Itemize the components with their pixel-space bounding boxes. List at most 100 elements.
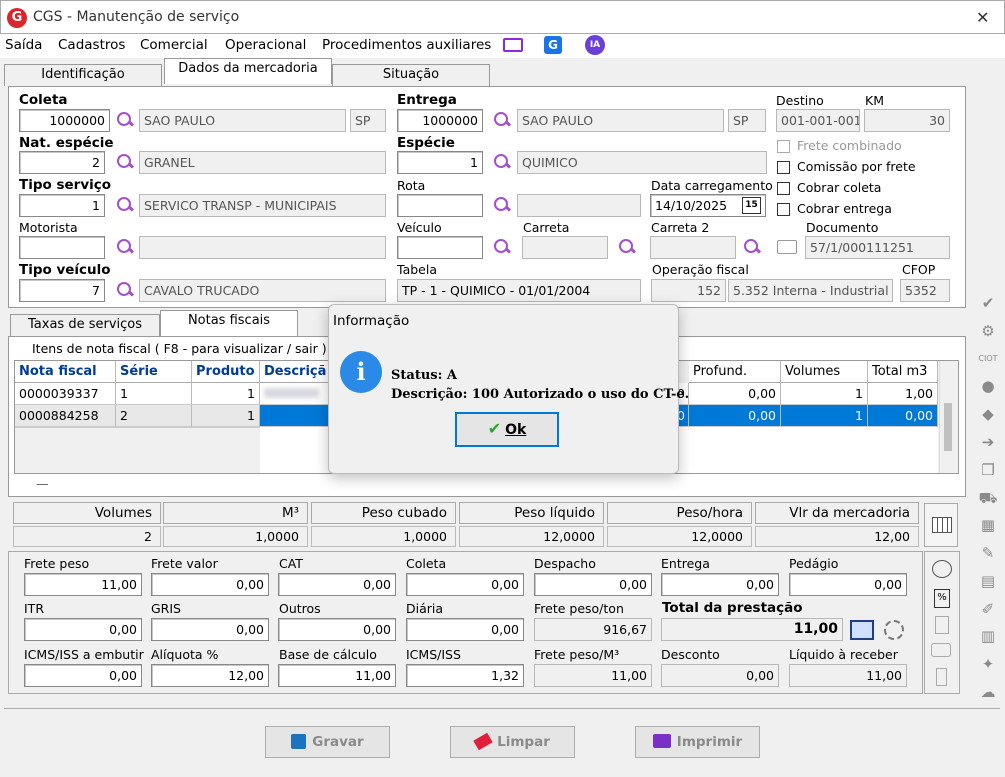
limpar-button[interactable]: Limpar bbox=[450, 726, 575, 758]
frete-peso-input[interactable]: 11,00 bbox=[24, 573, 142, 596]
col-descricao[interactable]: Descriçã bbox=[260, 361, 330, 383]
menu-comercial[interactable]: Comercial bbox=[140, 37, 208, 53]
despacho-input[interactable]: 0,00 bbox=[534, 573, 652, 596]
diaria-input[interactable]: 0,00 bbox=[406, 618, 524, 641]
row1-total[interactable]: 1,00 bbox=[868, 383, 938, 405]
side-eraser-icon[interactable]: ◆ bbox=[978, 405, 998, 423]
row1-serie[interactable]: 1 bbox=[116, 383, 192, 405]
side-gear-icon[interactable]: ⚙ bbox=[978, 322, 998, 340]
aliquota-input[interactable]: 12,00 bbox=[151, 664, 269, 687]
ok-button[interactable]: ✔ Ok bbox=[455, 412, 559, 447]
book-icon[interactable] bbox=[850, 620, 874, 640]
side-book-icon[interactable]: ▥ bbox=[978, 627, 998, 645]
side-cloud-icon[interactable]: ☁ bbox=[978, 683, 998, 701]
nat-especie-code-input[interactable]: 2 bbox=[19, 151, 105, 174]
outros-input[interactable]: 0,00 bbox=[278, 618, 396, 641]
tool-bug-icon[interactable] bbox=[932, 560, 952, 578]
coleta-fee-input[interactable]: 0,00 bbox=[406, 573, 524, 596]
gris-input[interactable]: 0,00 bbox=[151, 618, 269, 641]
frete-combinado-checkbox[interactable] bbox=[777, 140, 790, 153]
side-circle-icon[interactable]: ● bbox=[978, 377, 998, 395]
imprimir-button[interactable]: Imprimir bbox=[635, 726, 760, 758]
entrega-search-icon[interactable] bbox=[492, 110, 512, 130]
menu-operacional[interactable]: Operacional bbox=[225, 37, 306, 53]
monitor-icon[interactable] bbox=[503, 38, 523, 52]
tab-dados-mercadoria[interactable]: Dados da mercadoria bbox=[164, 58, 332, 84]
itr-input[interactable]: 0,00 bbox=[24, 618, 142, 641]
calculator-icon[interactable] bbox=[924, 503, 958, 547]
icms-iss-input[interactable]: 1,32 bbox=[406, 664, 524, 687]
truck-icon[interactable] bbox=[777, 240, 797, 254]
motorista-input[interactable] bbox=[19, 236, 105, 259]
tipo-servico-search-icon[interactable] bbox=[115, 195, 135, 215]
base-calculo-input[interactable]: 11,00 bbox=[278, 664, 396, 687]
tabela-field[interactable]: TP - 1 - QUIMICO - 01/01/2004 bbox=[397, 279, 641, 302]
tipo-veiculo-code-input[interactable]: 7 bbox=[19, 279, 105, 302]
side-check-icon[interactable]: ✔ bbox=[978, 294, 998, 312]
gravar-button[interactable]: Gravar bbox=[265, 726, 390, 758]
carreta-search-icon[interactable] bbox=[617, 237, 637, 257]
row1-nota[interactable]: 0000039337 bbox=[15, 383, 116, 405]
especie-code-input[interactable]: 1 bbox=[397, 151, 483, 174]
cat-input[interactable]: 0,00 bbox=[278, 573, 396, 596]
row2-profund[interactable]: 0,00 bbox=[689, 405, 781, 427]
comissao-frete-checkbox[interactable] bbox=[777, 161, 790, 174]
coleta-search-icon[interactable] bbox=[115, 110, 135, 130]
row1-produto[interactable]: 1 bbox=[192, 383, 260, 405]
tool-device-icon[interactable] bbox=[936, 668, 947, 686]
tab-identificacao[interactable]: Identificação bbox=[4, 64, 162, 86]
rota-input[interactable] bbox=[397, 194, 483, 217]
tab-situacao[interactable]: Situação bbox=[332, 64, 490, 86]
tab-notas-fiscais[interactable]: Notas fiscais bbox=[160, 310, 298, 336]
row1-volumes[interactable]: 1 bbox=[781, 383, 868, 405]
tool-percent-icon[interactable]: % bbox=[934, 589, 950, 608]
col-profund[interactable]: Profund. bbox=[689, 361, 781, 383]
veiculo-input[interactable] bbox=[397, 236, 483, 259]
settings-icon[interactable] bbox=[884, 620, 904, 640]
tool-calc-icon[interactable] bbox=[935, 616, 949, 634]
col-serie[interactable]: Série bbox=[116, 361, 192, 383]
row2-total[interactable]: 0,00 bbox=[868, 405, 938, 427]
row2-serie[interactable]: 2 bbox=[116, 405, 192, 427]
cobrar-coleta-checkbox[interactable] bbox=[777, 182, 790, 195]
nat-especie-search-icon[interactable] bbox=[115, 152, 135, 172]
tipo-veiculo-search-icon[interactable] bbox=[115, 280, 135, 300]
icms-embutir-input[interactable]: 0,00 bbox=[24, 664, 142, 687]
entrega-code-input[interactable]: 1000000 bbox=[397, 109, 483, 132]
menu-saida[interactable]: Saída bbox=[5, 37, 42, 53]
tipo-servico-code-input[interactable]: 1 bbox=[19, 194, 105, 217]
col-volumes[interactable]: Volumes bbox=[781, 361, 868, 383]
side-ciot-icon[interactable]: CIOT bbox=[978, 350, 998, 368]
menu-cadastros[interactable]: Cadastros bbox=[58, 37, 125, 53]
grid-scroll-thumb[interactable] bbox=[944, 403, 952, 451]
side-truck-icon[interactable]: ⛟ bbox=[978, 489, 998, 507]
tool-chat-icon[interactable] bbox=[931, 643, 951, 657]
menu-procedimentos[interactable]: Procedimentos auxiliares bbox=[322, 37, 491, 53]
row2-produto[interactable]: 1 bbox=[192, 405, 260, 427]
side-copy-icon[interactable]: ❐ bbox=[978, 461, 998, 479]
row1-descricao[interactable] bbox=[260, 383, 330, 405]
ia-assistant-icon[interactable]: IA bbox=[585, 35, 605, 55]
row2-descricao[interactable] bbox=[260, 405, 330, 427]
close-icon[interactable]: ✕ bbox=[976, 8, 989, 27]
col-total-m3[interactable]: Total m3 bbox=[868, 361, 938, 383]
carreta2-search-icon[interactable] bbox=[742, 237, 762, 257]
row2-nota[interactable]: 0000884258 bbox=[15, 405, 116, 427]
especie-search-icon[interactable] bbox=[492, 152, 512, 172]
side-settings2-icon[interactable]: ✦ bbox=[978, 655, 998, 673]
veiculo-search-icon[interactable] bbox=[492, 237, 512, 257]
g-app-icon[interactable]: G bbox=[544, 36, 562, 54]
calendar-icon[interactable]: 15 bbox=[742, 197, 761, 214]
entrega-fee-input[interactable]: 0,00 bbox=[661, 573, 779, 596]
cobrar-entrega-checkbox[interactable] bbox=[777, 203, 790, 216]
side-tag-icon[interactable]: ✎ bbox=[978, 544, 998, 562]
col-produto[interactable]: Produto bbox=[192, 361, 260, 383]
rota-search-icon[interactable] bbox=[492, 195, 512, 215]
coleta-code-input[interactable]: 1000000 bbox=[19, 109, 110, 132]
side-edit-icon[interactable]: ✐ bbox=[978, 600, 998, 618]
motorista-search-icon[interactable] bbox=[115, 237, 135, 257]
pedagio-input[interactable]: 0,00 bbox=[789, 573, 907, 596]
row2-volumes[interactable]: 1 bbox=[781, 405, 868, 427]
frete-valor-input[interactable]: 0,00 bbox=[151, 573, 269, 596]
col-nota-fiscal[interactable]: Nota fiscal bbox=[15, 361, 116, 383]
